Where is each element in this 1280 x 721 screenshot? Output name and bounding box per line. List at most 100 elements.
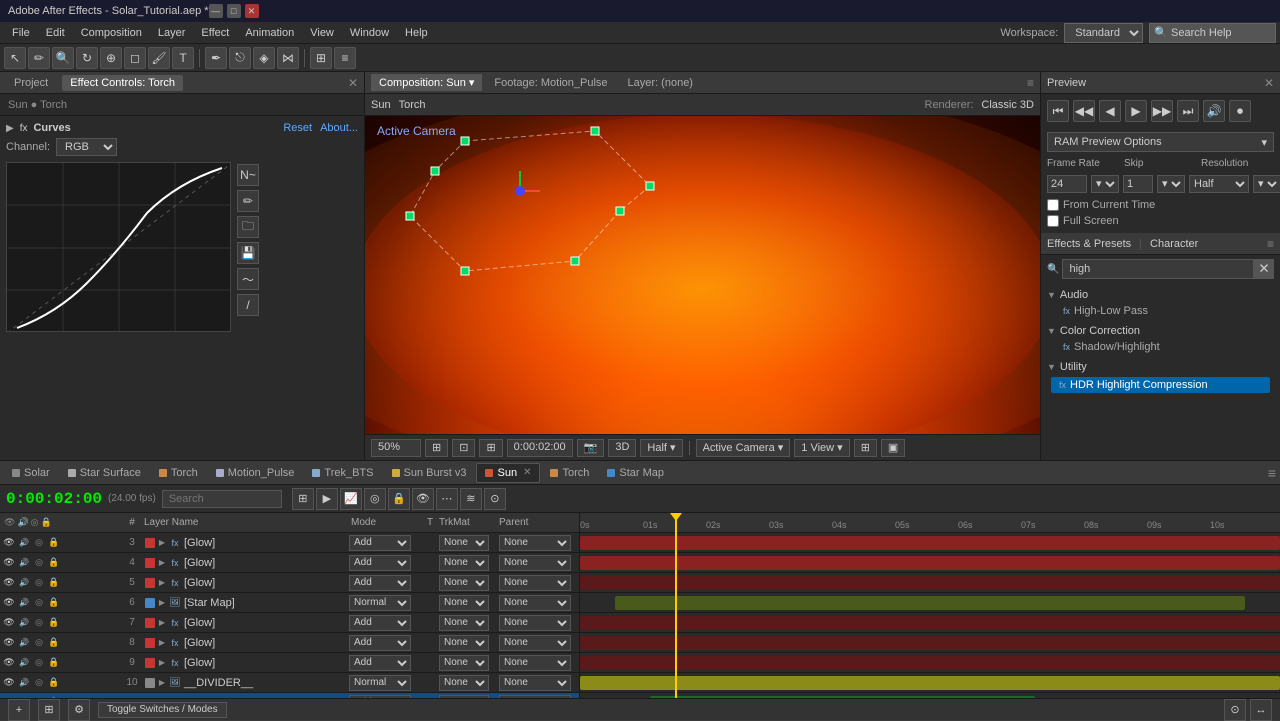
- viewer-grid-btn[interactable]: ⊞: [479, 439, 502, 457]
- layer-audio-4[interactable]: 🔊: [17, 556, 31, 570]
- curves-point-tool[interactable]: ✏: [237, 190, 259, 212]
- layer-audio-8[interactable]: 🔊: [17, 636, 31, 650]
- full-screen-label[interactable]: Full Screen: [1063, 215, 1119, 227]
- layer-lock-3[interactable]: 🔒: [47, 536, 61, 550]
- tl-bar-3[interactable]: [580, 536, 1280, 550]
- layer-expand-5[interactable]: ▶: [156, 577, 168, 589]
- layer-trikmask-sel-7[interactable]: None None: [439, 615, 489, 631]
- tl-render-queue-btn[interactable]: ⊞: [38, 699, 60, 721]
- rotate-tool[interactable]: ↻: [76, 47, 98, 69]
- viewer-render-btn[interactable]: ⊞: [854, 439, 877, 457]
- tl-bar-8[interactable]: [580, 636, 1280, 650]
- tl-bar-10[interactable]: [580, 676, 1280, 690]
- layer-row-4[interactable]: 👁 🔊 ◎ 🔒 4 ▶ fx [Glow] Add Normal Add Mul…: [0, 553, 579, 573]
- layer-eye-7[interactable]: 👁: [2, 616, 16, 630]
- layer-eye-9[interactable]: 👁: [2, 656, 16, 670]
- layer-lock-7[interactable]: 🔒: [47, 616, 61, 630]
- layer-trikmask-sel-3[interactable]: None None: [439, 535, 489, 551]
- color-correction-category-header[interactable]: ▼ Color Correction: [1047, 323, 1274, 339]
- layer-audio-10[interactable]: 🔊: [17, 676, 31, 690]
- menu-file[interactable]: File: [4, 25, 38, 41]
- minimize-button[interactable]: —: [209, 4, 223, 18]
- layer-eye-6[interactable]: 👁: [2, 596, 16, 610]
- layer-lock-6[interactable]: 🔒: [47, 596, 61, 610]
- viewer-timecode[interactable]: 0:00:02:00: [507, 439, 573, 457]
- viewer-fit-btn[interactable]: ⊞: [425, 439, 448, 457]
- tl-properties-btn[interactable]: ⚙: [68, 699, 90, 721]
- tl-comp-mini-btn[interactable]: ⊞: [292, 488, 314, 510]
- clone-tool[interactable]: ⎋: [229, 47, 251, 69]
- layer-solo-3[interactable]: ◎: [32, 536, 46, 550]
- tl-bar-7[interactable]: [580, 616, 1280, 630]
- layer-mode-3[interactable]: Add Normal Add Multiply Screen: [349, 535, 411, 551]
- viewer-quality-btn[interactable]: Half ▾: [640, 439, 682, 457]
- layer-solo-5[interactable]: ◎: [32, 576, 46, 590]
- layer-parent-sel-5[interactable]: None None: [499, 575, 571, 591]
- eraser-tool[interactable]: ◈: [253, 47, 275, 69]
- tl-bar-9[interactable]: [580, 656, 1280, 670]
- prev-first-btn[interactable]: ⏮: [1047, 100, 1069, 122]
- tl-tab-trek-bts[interactable]: Trek_BTS: [304, 463, 381, 483]
- tab-project[interactable]: Project: [6, 75, 56, 91]
- tl-render-btn[interactable]: ▶: [316, 488, 338, 510]
- layer-lock-4[interactable]: 🔒: [47, 556, 61, 570]
- layer-lock-9[interactable]: 🔒: [47, 656, 61, 670]
- full-screen-checkbox[interactable]: [1047, 215, 1059, 227]
- effects-search-input[interactable]: [1062, 259, 1254, 279]
- tl-tab-star-surface[interactable]: Star Surface: [60, 463, 149, 483]
- layer-parent-sel-4[interactable]: None None: [499, 555, 571, 571]
- workspace-select[interactable]: Standard: [1064, 23, 1143, 43]
- menu-animation[interactable]: Animation: [237, 25, 302, 41]
- layer-mode-8[interactable]: Add Normal Add Multiply Screen: [349, 635, 411, 651]
- menu-edit[interactable]: Edit: [38, 25, 73, 41]
- viewer-mask-btn[interactable]: ⊡: [452, 439, 475, 457]
- tab-composition-sun[interactable]: Composition: Sun ▾: [371, 74, 482, 91]
- close-button[interactable]: ✕: [245, 4, 259, 18]
- layer-row-6[interactable]: 👁 🔊 ◎ 🔒 6 ▶ 🖼 [Star Map] Normal Normal A…: [0, 593, 579, 613]
- layer-row-10[interactable]: 👁 🔊 ◎ 🔒 10 ▶ 🖼 __DIVIDER__ Normal Normal…: [0, 673, 579, 693]
- curves-reset-btn[interactable]: Reset: [283, 122, 312, 134]
- tl-tab-star-map[interactable]: Star Map: [599, 463, 672, 483]
- effect-shadow-highlight[interactable]: fx Shadow/Highlight: [1047, 339, 1274, 355]
- menu-view[interactable]: View: [302, 25, 342, 41]
- tl-go-to-time-btn[interactable]: ⊙: [1224, 699, 1246, 721]
- utility-category-header[interactable]: ▼ Utility: [1047, 359, 1274, 375]
- tab-layer-none[interactable]: Layer: (none): [620, 75, 701, 91]
- frame-rate-dropdown[interactable]: ▾: [1091, 175, 1119, 193]
- prev-record-btn[interactable]: ⏺: [1229, 100, 1251, 122]
- layer-expand-8[interactable]: ▶: [156, 637, 168, 649]
- curves-canvas[interactable]: [6, 162, 231, 332]
- menu-window[interactable]: Window: [342, 25, 397, 41]
- menu-layer[interactable]: Layer: [150, 25, 194, 41]
- layer-expand-10[interactable]: ▶: [156, 677, 168, 689]
- panel-close-btn[interactable]: ✕: [348, 76, 358, 90]
- prev-audio-btn[interactable]: 🔊: [1203, 100, 1225, 122]
- tl-bar-4[interactable]: [580, 556, 1280, 570]
- layer-lock-8[interactable]: 🔒: [47, 636, 61, 650]
- align-tool[interactable]: ≡: [334, 47, 356, 69]
- comp-sun-tab[interactable]: Sun: [371, 99, 391, 111]
- layer-solo-10[interactable]: ◎: [32, 676, 46, 690]
- tl-tab-sun[interactable]: Sun ✕: [476, 463, 540, 483]
- audio-category-header[interactable]: ▼ Audio: [1047, 287, 1274, 303]
- prev-rewind-btn[interactable]: ◀◀: [1073, 100, 1095, 122]
- curves-save-btn[interactable]: 💾: [237, 242, 259, 264]
- layer-expand-3[interactable]: ▶: [156, 537, 168, 549]
- tl-bar-6[interactable]: [615, 596, 1245, 610]
- viewer-3d-btn[interactable]: 3D: [608, 439, 636, 457]
- layer-mode-4[interactable]: Add Normal Add Multiply Screen: [349, 555, 411, 571]
- layer-parent-sel-8[interactable]: None None: [499, 635, 571, 651]
- tl-adjust-btn[interactable]: ⊙: [484, 488, 506, 510]
- tl-timecode[interactable]: 0:00:02:00: [6, 490, 102, 508]
- tab-footage-motionpulse[interactable]: Footage: Motion_Pulse: [486, 75, 615, 91]
- pen-tool[interactable]: ✏: [28, 47, 50, 69]
- search-input[interactable]: [1171, 27, 1271, 39]
- menu-help[interactable]: Help: [397, 25, 436, 41]
- tl-tab-sun-close[interactable]: ✕: [523, 467, 531, 478]
- tl-menu-btn[interactable]: ≡: [1268, 465, 1276, 481]
- selection-tool[interactable]: ↖: [4, 47, 26, 69]
- puppet-tool[interactable]: ⋈: [277, 47, 299, 69]
- tl-tab-motion-pulse[interactable]: Motion_Pulse: [208, 463, 303, 483]
- curves-draw-tool[interactable]: N~: [237, 164, 259, 186]
- layer-audio-3[interactable]: 🔊: [17, 536, 31, 550]
